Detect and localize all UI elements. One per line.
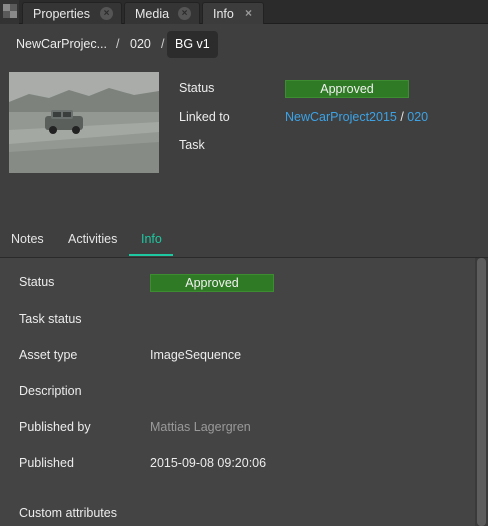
description-label: Description [19,384,82,398]
breadcrumb-shot[interactable]: 020 [130,37,151,51]
version-thumbnail[interactable] [9,72,159,173]
info-details-panel: Status Approved Task status Asset type I… [0,258,488,526]
asset-type-label: Asset type [19,348,78,362]
breadcrumb-separator: / [116,37,120,51]
linked-to-label: Linked to [179,110,230,124]
scrollbar[interactable] [475,258,488,526]
tab-bar: Properties × Media × Info × [0,0,488,24]
info-status-label: Status [19,275,55,289]
published-by-value[interactable]: Mattias Lagergren [150,420,251,434]
linked-shot-link[interactable]: 020 [407,110,428,124]
task-status-label: Task status [19,312,82,326]
thumbnail-image [9,72,159,173]
tab-media-label: Media [135,6,170,21]
panel-menu-icon[interactable] [0,0,19,24]
tab-notes[interactable]: Notes [11,232,44,246]
close-icon[interactable]: × [178,7,191,20]
breadcrumb-version[interactable]: BG v1 [167,31,218,58]
task-label: Task [179,138,205,152]
close-icon[interactable]: × [242,7,255,20]
status-badge[interactable]: Approved [285,80,409,98]
breadcrumb-project[interactable]: NewCarProjec... [16,37,107,51]
tab-info[interactable]: Info × [202,2,264,24]
summary-status-label: Status [179,81,215,95]
scrollbar-thumb[interactable] [477,258,486,526]
asset-type-value: ImageSequence [150,348,242,362]
close-icon[interactable]: × [100,7,113,20]
tab-media[interactable]: Media × [124,2,200,24]
active-tab-indicator [129,254,173,256]
breadcrumb-version-label: BG v1 [175,37,210,51]
tab-properties-label: Properties [33,6,90,21]
linked-to-value: NewCarProject2015 / 020 [285,110,428,124]
tab-activities[interactable]: Activities [68,232,117,246]
tab-info-detail[interactable]: Info [141,232,162,246]
breadcrumb: NewCarProjec... / 020 / BG v1 [0,24,488,64]
info-panel-window: Properties × Media × Info × NewCarProjec… [0,0,488,526]
tab-info-label: Info [213,6,234,21]
breadcrumb-separator: / [161,37,165,51]
linked-project-link[interactable]: NewCarProject2015 [285,110,397,124]
published-value: 2015-09-08 09:20:06 [150,456,267,470]
published-label: Published [19,456,74,470]
detail-tabs: Notes Activities Info [0,228,488,258]
info-status-badge[interactable]: Approved [150,274,274,292]
custom-attributes-label: Custom attributes [19,506,117,520]
tab-properties[interactable]: Properties × [22,2,122,24]
linked-separator: / [396,110,408,124]
published-by-label: Published by [19,420,91,434]
